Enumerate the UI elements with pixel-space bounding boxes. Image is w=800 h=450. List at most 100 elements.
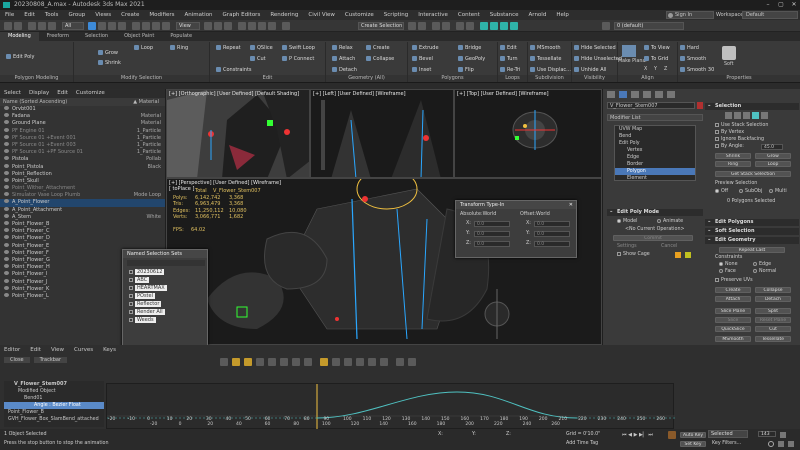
minimize-button[interactable]: – — [762, 0, 774, 10]
scene-row[interactable]: Pistola Pollab — [0, 156, 165, 163]
scene-row[interactable]: Fadana Material — [0, 113, 165, 120]
visibility-eye-icon[interactable] — [4, 141, 9, 146]
scene-row[interactable]: Ground Plane Material — [0, 120, 165, 127]
loops-edit-button[interactable]: Edit — [500, 45, 517, 51]
move-icon[interactable] — [132, 22, 140, 30]
repeat-button[interactable]: Repeat — [216, 45, 241, 51]
explorer-menu-display[interactable]: Display — [25, 89, 53, 98]
move-keys-icon[interactable] — [232, 358, 240, 366]
repeat-last-button[interactable]: Repeat Last — [719, 247, 785, 253]
get-stack-selection-button[interactable]: Get Stack Selection — [715, 171, 791, 177]
scene-row[interactable]: Simulator Vase Loop Plumb Mode Loop — [0, 192, 165, 199]
extrude-button[interactable]: Extrude — [412, 45, 439, 51]
abs-y-field[interactable]: 0.0 — [474, 231, 510, 237]
constraint-face-radio[interactable]: Face — [719, 269, 736, 274]
curve-editor-menu-edit[interactable]: Edit — [30, 347, 41, 353]
visibility-eye-icon[interactable] — [4, 221, 9, 225]
modifier-stack-item[interactable]: Border — [615, 161, 695, 168]
visibility-eye-icon[interactable] — [4, 127, 9, 132]
menu-help[interactable]: Help — [551, 12, 574, 18]
modify-tab-icon[interactable] — [619, 91, 627, 98]
ribbon-tab-object-paint[interactable]: Object Paint — [116, 32, 162, 41]
percent-snap-icon[interactable] — [258, 22, 266, 30]
previous-frame-icon[interactable]: ◀ — [628, 432, 632, 438]
edit-polygons-header[interactable]: Edit Polygons — [705, 219, 799, 226]
modifier-stack-item[interactable]: Edge — [615, 154, 695, 161]
soft-selection-header[interactable]: Soft Selection — [705, 228, 799, 235]
ribbon-tab-selection[interactable]: Selection — [77, 32, 116, 41]
model-radio[interactable]: Model — [617, 219, 637, 224]
menu-graph-editors[interactable]: Graph Editors — [218, 12, 266, 18]
controller-tree-item[interactable]: Point_Flower_B — [4, 409, 104, 416]
smooth-button[interactable]: Smooth — [680, 56, 706, 62]
unhide-all-button[interactable]: Unhide All — [574, 67, 606, 73]
scene-row[interactable]: PF Engine 01 1_Particle — [0, 127, 165, 135]
render-production-icon[interactable] — [510, 22, 518, 30]
named-set-item[interactable]: 20230612 — [129, 268, 203, 276]
element-mode-icon[interactable] — [761, 112, 768, 119]
cut-button[interactable]: Cut — [250, 56, 266, 62]
preserve-uvs-checkbox[interactable]: Preserve UVs — [715, 278, 753, 283]
msmooth-button[interactable]: MSmooth — [530, 45, 561, 51]
visibility-eye-icon[interactable] — [4, 285, 9, 290]
visibility-eye-icon[interactable] — [4, 199, 9, 204]
attach-button[interactable]: Attach — [332, 56, 355, 62]
explorer-menu-edit[interactable]: Edit — [53, 89, 72, 98]
preview-off-radio[interactable]: Off — [715, 189, 728, 194]
utilities-tab-icon[interactable] — [667, 91, 675, 98]
visibility-eye-icon[interactable] — [4, 134, 9, 139]
visibility-eye-icon[interactable] — [4, 177, 9, 182]
close-button[interactable]: ✕ — [788, 0, 800, 10]
ribbon-tab-modeling[interactable]: Modeling — [0, 32, 39, 41]
collapse-button[interactable]: Collapse — [755, 287, 791, 293]
use-displacement-button[interactable]: Use Displac... — [530, 67, 571, 73]
menu-interactive[interactable]: Interactive — [413, 12, 453, 18]
tessellate-button[interactable]: Tessellate — [530, 56, 561, 62]
explorer-menu-customize[interactable]: Customize — [72, 89, 109, 98]
material-editor-icon[interactable] — [480, 22, 488, 30]
selection-filter-dropdown[interactable]: All — [62, 22, 84, 30]
flip-button[interactable]: Flip — [458, 67, 474, 73]
shrink-button[interactable]: Shrink — [715, 153, 751, 159]
make-planar-icon[interactable] — [622, 45, 636, 57]
scene-explorer-icon[interactable] — [442, 22, 450, 30]
edit-geometry-header[interactable]: Edit Geometry — [705, 237, 799, 244]
menu-rendering[interactable]: Rendering — [265, 12, 303, 18]
sign-in-button[interactable]: Sign In — [666, 11, 714, 19]
draw-curves-icon[interactable] — [292, 358, 300, 366]
visibility-eye-icon[interactable] — [4, 163, 9, 168]
bridge-button[interactable]: Bridge — [458, 45, 481, 51]
visibility-eye-icon[interactable] — [4, 256, 9, 261]
tangent-linear-icon[interactable] — [380, 358, 388, 366]
menu-scripting[interactable]: Scripting — [379, 12, 413, 18]
named-set-item[interactable]: POstel — [129, 292, 203, 300]
hard-button[interactable]: Hard — [680, 45, 699, 51]
ring-button[interactable]: Ring — [715, 161, 751, 167]
set-key-button[interactable]: Set Key — [680, 441, 706, 447]
reference-coordinate-dropdown[interactable]: View — [176, 22, 200, 30]
commit-button[interactable]: Commit — [613, 235, 693, 241]
curve-editor-menu-editor[interactable]: Editor — [4, 347, 20, 353]
named-set-item[interactable]: Render All — [129, 308, 203, 316]
ignore-backfacing-checkbox[interactable]: Ignore Backfacing — [715, 137, 764, 142]
edge-mode-icon[interactable] — [734, 112, 741, 119]
modifier-stack-item[interactable]: Polygon — [615, 168, 695, 175]
spinner-snap-icon[interactable] — [268, 22, 276, 30]
slice-plane-button[interactable]: Slice Plane — [715, 308, 751, 314]
motion-tab-icon[interactable] — [643, 91, 651, 98]
visibility-eye-icon[interactable] — [4, 113, 9, 118]
layer-icon[interactable] — [602, 22, 610, 30]
controller-tree-item[interactable]: Modified Object — [4, 388, 104, 395]
cut-button[interactable]: Cut — [755, 326, 791, 332]
modifier-stack-item[interactable]: UVW Map — [615, 126, 695, 133]
create-button[interactable]: Create — [715, 287, 751, 293]
cage-color-swatch-2[interactable] — [685, 252, 691, 258]
ribbon-tab-populate[interactable]: Populate — [162, 32, 200, 41]
detach-button[interactable]: Detach — [755, 296, 791, 302]
named-set-expand-icon[interactable] — [129, 286, 133, 290]
scene-row[interactable]: PF Source 01 +Event 003 1_Particle — [0, 141, 165, 149]
loop-button[interactable]: Loop — [134, 45, 153, 51]
tessellate-button[interactable]: Tessellate — [755, 336, 791, 342]
link-icon[interactable] — [28, 22, 36, 30]
ring-button[interactable]: Ring — [170, 45, 188, 51]
